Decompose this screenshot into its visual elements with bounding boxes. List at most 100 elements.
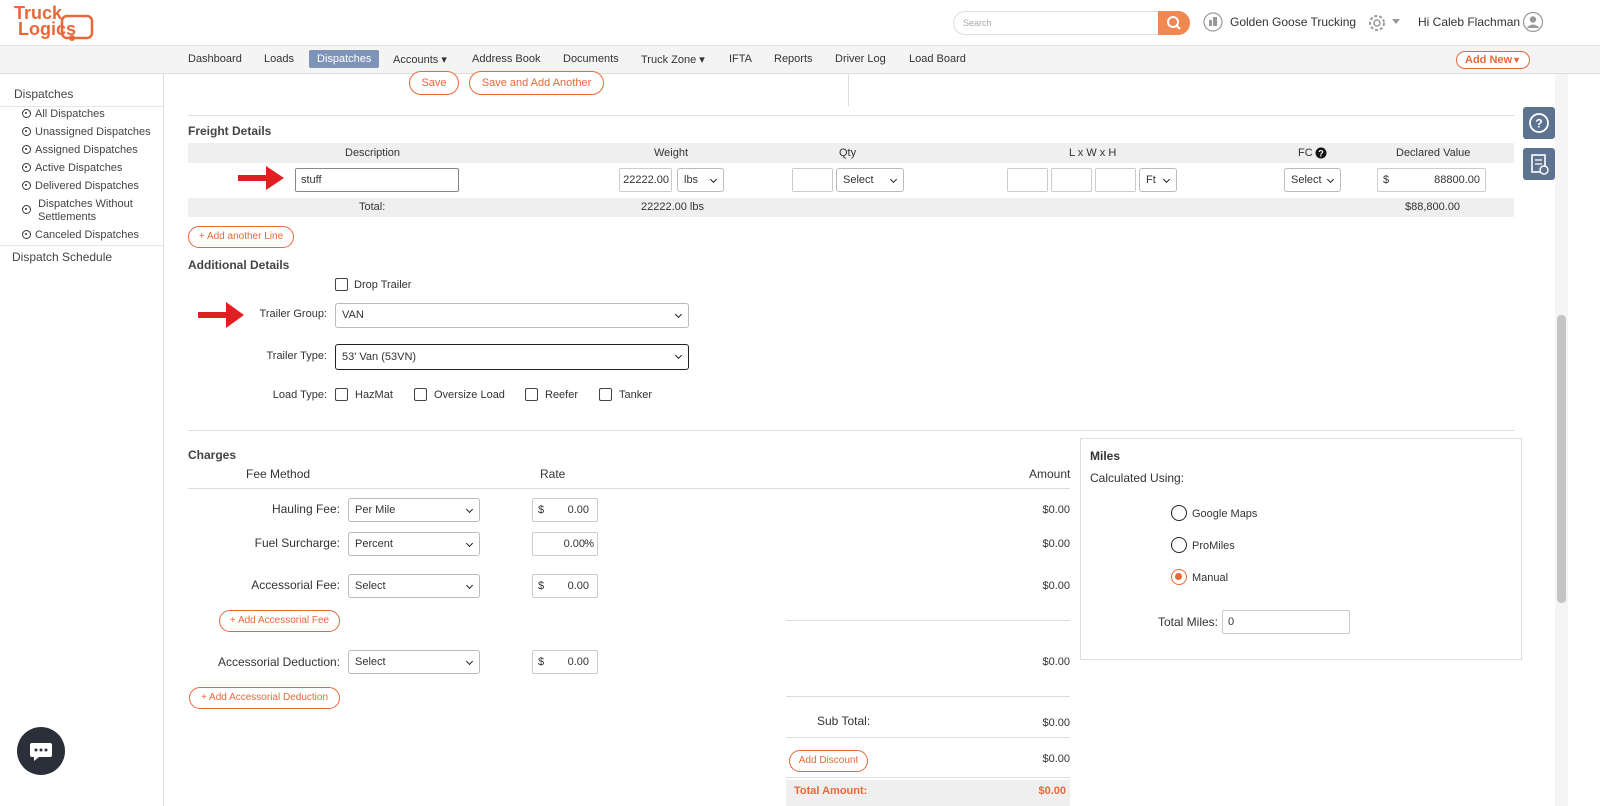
add-accessorial-fee-button[interactable]: + Add Accessorial Fee — [219, 610, 340, 632]
nav-documents[interactable]: Documents — [563, 53, 619, 65]
declared-value-input[interactable]: $ 88800.00 — [1377, 168, 1486, 192]
scrollbar-thumb[interactable] — [1557, 315, 1566, 603]
add-accessorial-deduction-button[interactable]: + Add Accessorial Deduction — [189, 687, 340, 709]
total-miles-input[interactable]: 0 — [1222, 610, 1350, 634]
google-maps-label: Google Maps — [1192, 508, 1258, 520]
nav-dispatches[interactable]: Dispatches — [309, 50, 380, 68]
divider — [188, 430, 1514, 431]
sidebar-item-label: Canceled Dispatches — [35, 229, 139, 241]
accessorial-method-select[interactable]: Select — [348, 574, 480, 598]
sidebar-item-delivered[interactable]: Delivered Dispatches — [22, 180, 139, 192]
nav-driver-log[interactable]: Driver Log — [835, 53, 886, 65]
sidebar-item-canceled[interactable]: Canceled Dispatches — [22, 229, 139, 241]
oversize-checkbox[interactable] — [414, 388, 427, 401]
width-input[interactable] — [1051, 168, 1092, 192]
col-qty: Qty — [839, 147, 857, 159]
help-icon[interactable]: ? — [1315, 147, 1327, 159]
currency-symbol: $ — [538, 580, 545, 592]
weight-unit-select[interactable]: lbs — [677, 168, 724, 192]
hazmat-checkbox[interactable] — [335, 388, 348, 401]
qty-input[interactable] — [792, 168, 833, 192]
google-maps-radio[interactable] — [1171, 505, 1187, 521]
weight-input[interactable]: 22222.00 — [619, 168, 672, 192]
nav-address-book[interactable]: Address Book — [472, 53, 540, 65]
logo[interactable]: Truck Logics — [12, 4, 94, 42]
deduction-rate-input[interactable]: $0.00 — [532, 650, 598, 674]
hauling-rate: 0.00 — [567, 504, 589, 516]
total-declared: $88,800.00 — [1405, 201, 1461, 213]
svg-text:?: ? — [1535, 117, 1542, 131]
dim-unit-select[interactable]: Ft — [1139, 168, 1177, 192]
divider — [848, 74, 849, 106]
user-greeting[interactable]: Hi Caleb Flachman — [1418, 15, 1520, 29]
hauling-rate-input[interactable]: $0.00 — [532, 498, 598, 522]
trailer-group-select[interactable]: VAN — [335, 303, 689, 328]
divider — [786, 620, 1070, 621]
charges-title: Charges — [188, 448, 237, 462]
search-input[interactable]: Search — [953, 11, 1160, 35]
hauling-method-select[interactable]: Per Mile — [348, 498, 480, 522]
col-declared: Declared Value — [1396, 147, 1471, 159]
help-button[interactable]: ? — [1523, 107, 1555, 139]
col-amount: Amount — [1029, 467, 1071, 481]
add-accessorial-deduction-label: Add Accessorial Deduction — [209, 692, 329, 703]
manual-radio[interactable] — [1171, 569, 1187, 585]
subtotal-label: Sub Total: — [817, 714, 871, 728]
accessorial-rate-input[interactable]: $0.00 — [532, 574, 598, 598]
avatar[interactable] — [1522, 11, 1544, 33]
circle-icon — [22, 109, 31, 118]
drop-trailer-checkbox[interactable] — [335, 278, 348, 291]
nav-accounts[interactable]: Accounts ▾ — [393, 53, 447, 66]
tanker-checkbox[interactable] — [599, 388, 612, 401]
sidebar-title[interactable]: Dispatches — [14, 87, 73, 101]
sidebar-item-active[interactable]: Active Dispatches — [22, 162, 122, 174]
fuel-method-select[interactable]: Percent — [348, 532, 480, 556]
qty-select[interactable]: Select — [836, 168, 904, 192]
nav-dashboard[interactable]: Dashboard — [188, 53, 242, 65]
hazmat-label: HazMat — [355, 389, 393, 401]
sidebar-dispatch-schedule[interactable]: Dispatch Schedule — [12, 250, 112, 264]
notes-button[interactable] — [1523, 148, 1555, 180]
description-input[interactable]: stuff — [295, 168, 459, 192]
nav-reports[interactable]: Reports — [774, 53, 813, 65]
miles-panel: Miles Calculated Using: Google Maps ProM… — [1080, 438, 1522, 660]
nav-accounts-label: Accounts — [393, 54, 439, 66]
add-new-button[interactable]: Add New ▼ — [1456, 51, 1530, 69]
subtotal-amount: $0.00 — [1042, 717, 1070, 729]
miles-title: Miles — [1090, 449, 1121, 463]
gear-icon[interactable] — [1366, 12, 1388, 34]
trailer-type-select[interactable]: 53' Van (53VN) — [335, 344, 689, 370]
nav-ifta[interactable]: IFTA — [729, 53, 752, 65]
accessorial-deduction-label: Accessorial Deduction: — [217, 655, 340, 669]
sidebar-item-without-settlements[interactable]: Dispatches Without Settlements — [22, 198, 133, 224]
height-input[interactable] — [1095, 168, 1136, 192]
sidebar-item-label: Active Dispatches — [35, 162, 123, 174]
nav-loads[interactable]: Loads — [264, 53, 294, 65]
chat-icon — [30, 743, 52, 761]
add-discount-button[interactable]: Add Discount — [789, 750, 868, 772]
reefer-checkbox[interactable] — [525, 388, 538, 401]
promiles-label: ProMiles — [1192, 540, 1235, 552]
sidebar-item-label: Assigned Dispatches — [35, 144, 138, 156]
promiles-radio[interactable] — [1171, 537, 1187, 553]
deduction-method-select[interactable]: Select — [348, 650, 480, 674]
chat-button[interactable] — [17, 727, 65, 775]
sidebar-item-assigned[interactable]: Assigned Dispatches — [22, 144, 138, 156]
sidebar-item-all[interactable]: All Dispatches — [22, 108, 105, 120]
search-button[interactable] — [1158, 11, 1190, 35]
company-name[interactable]: Golden Goose Trucking — [1230, 15, 1356, 29]
add-line-button[interactable]: + Add another Line — [188, 226, 294, 248]
fc-select[interactable]: Select — [1284, 168, 1341, 192]
save-button[interactable]: Save — [409, 71, 459, 95]
length-input[interactable] — [1007, 168, 1048, 192]
fuel-rate-input[interactable]: 0.00% — [532, 532, 598, 556]
sidebar-item-unassigned[interactable]: Unassigned Dispatches — [22, 126, 151, 138]
nav-truck-zone-label: Truck Zone — [641, 54, 697, 66]
nav-truck-zone[interactable]: Truck Zone ▾ — [641, 53, 705, 66]
hauling-fee-label: Hauling Fee: — [271, 502, 340, 516]
divider — [786, 696, 1070, 697]
deduction-rate: 0.00 — [567, 656, 589, 668]
save-add-another-button[interactable]: Save and Add Another — [469, 71, 604, 95]
chevron-down-icon[interactable] — [1392, 19, 1400, 25]
nav-load-board[interactable]: Load Board — [909, 53, 966, 65]
